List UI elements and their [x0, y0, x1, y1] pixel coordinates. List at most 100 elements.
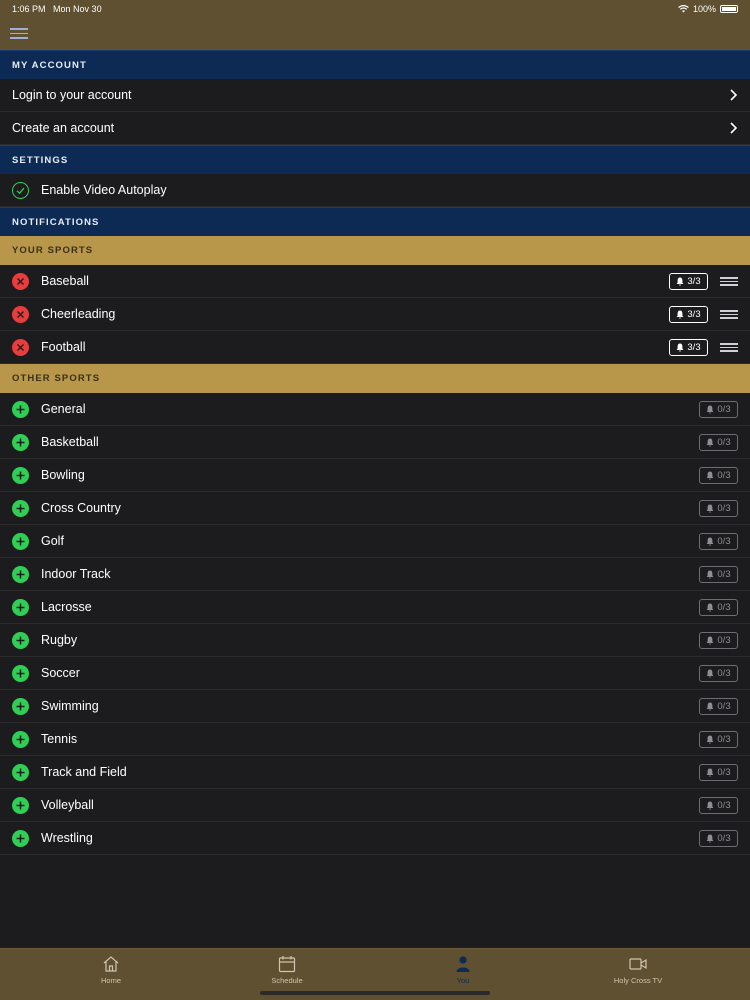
bell-icon [706, 603, 714, 612]
sport-row[interactable]: Wrestling 0/3 [0, 822, 750, 855]
alert-count: 0/3 [717, 733, 731, 745]
status-bar: 1:06 PM Mon Nov 30 100% [0, 0, 750, 50]
bell-icon [706, 405, 714, 414]
notification-badge[interactable]: 0/3 [699, 532, 738, 550]
notification-badge[interactable]: 0/3 [699, 664, 738, 682]
notification-badge[interactable]: 0/3 [699, 499, 738, 517]
bell-icon [706, 636, 714, 645]
bell-icon [706, 504, 714, 513]
drag-handle-icon[interactable] [720, 343, 738, 352]
checkmark-circle-icon[interactable] [12, 181, 29, 199]
home-icon [103, 956, 119, 972]
notification-badge[interactable]: 0/3 [699, 631, 738, 649]
section-settings: SETTINGS [0, 145, 750, 174]
sport-row[interactable]: General 0/3 [0, 393, 750, 426]
add-circle-icon[interactable] [12, 433, 29, 451]
notification-badge[interactable]: 0/3 [699, 796, 738, 814]
sport-name: Baseball [41, 274, 89, 288]
settings-list: MY ACCOUNT Login to your account Create … [0, 50, 750, 855]
bell-icon [706, 735, 714, 744]
add-circle-icon[interactable] [12, 730, 29, 748]
sport-name: Basketball [41, 435, 99, 449]
add-circle-icon[interactable] [12, 400, 29, 418]
sport-row[interactable]: Track and Field 0/3 [0, 756, 750, 789]
add-circle-icon[interactable] [12, 466, 29, 484]
notification-badge[interactable]: 3/3 [669, 338, 708, 356]
remove-circle-icon[interactable] [12, 338, 29, 356]
sport-name: Volleyball [41, 798, 94, 812]
notification-badge[interactable]: 0/3 [699, 829, 738, 847]
sport-name: Rugby [41, 633, 78, 647]
notification-badge[interactable]: 0/3 [699, 400, 738, 418]
remove-circle-icon[interactable] [12, 272, 29, 290]
sport-row[interactable]: Rugby 0/3 [0, 624, 750, 657]
sport-name: Tennis [41, 732, 78, 746]
section-my-account: MY ACCOUNT [0, 50, 750, 79]
sport-row[interactable]: Bowling 0/3 [0, 459, 750, 492]
notification-badge[interactable]: 0/3 [699, 598, 738, 616]
tab-home[interactable]: Home [51, 955, 171, 985]
bell-icon [676, 277, 684, 286]
add-circle-icon[interactable] [12, 664, 29, 682]
create-account-row[interactable]: Create an account [0, 112, 750, 145]
notification-badge[interactable]: 3/3 [669, 272, 708, 290]
sport-name: Golf [41, 534, 64, 548]
remove-circle-icon[interactable] [12, 305, 29, 323]
add-circle-icon[interactable] [12, 499, 29, 517]
tab-schedule[interactable]: Schedule [227, 955, 347, 985]
drag-handle-icon[interactable] [720, 277, 738, 286]
notification-badge[interactable]: 0/3 [699, 466, 738, 484]
tab-holy-cross-tv[interactable]: Holy Cross TV [578, 955, 698, 985]
autoplay-row[interactable]: Enable Video Autoplay [0, 174, 750, 207]
add-circle-icon[interactable] [12, 763, 29, 781]
sport-row[interactable]: Golf 0/3 [0, 525, 750, 558]
notification-badge[interactable]: 0/3 [699, 730, 738, 748]
tab-label: You [456, 976, 470, 985]
autoplay-label: Enable Video Autoplay [41, 183, 167, 197]
add-circle-icon[interactable] [12, 697, 29, 715]
add-circle-icon[interactable] [12, 796, 29, 814]
sport-name: Football [41, 340, 86, 354]
alert-count: 3/3 [687, 308, 701, 320]
hamburger-icon[interactable] [10, 28, 28, 40]
bell-icon [706, 570, 714, 579]
login-row[interactable]: Login to your account [0, 79, 750, 112]
notification-badge[interactable]: 3/3 [669, 305, 708, 323]
alert-count: 0/3 [717, 601, 731, 613]
bell-icon [676, 343, 684, 352]
add-circle-icon[interactable] [12, 532, 29, 550]
status-time: 1:06 PM [12, 4, 46, 14]
alert-count: 3/3 [687, 275, 701, 287]
sport-row[interactable]: Indoor Track 0/3 [0, 558, 750, 591]
notification-badge[interactable]: 0/3 [699, 565, 738, 583]
sport-row[interactable]: Lacrosse 0/3 [0, 591, 750, 624]
sport-row-football[interactable]: Football 3/3 [0, 331, 750, 364]
person-icon [456, 956, 470, 972]
tab-you[interactable]: You [403, 955, 523, 985]
add-circle-icon[interactable] [12, 631, 29, 649]
calendar-icon [278, 956, 296, 973]
sport-name: Soccer [41, 666, 80, 680]
bell-icon [706, 537, 714, 546]
alert-count: 0/3 [717, 568, 731, 580]
sport-row[interactable]: Tennis 0/3 [0, 723, 750, 756]
drag-handle-icon[interactable] [720, 310, 738, 319]
sport-row[interactable]: Soccer 0/3 [0, 657, 750, 690]
add-circle-icon[interactable] [12, 829, 29, 847]
sport-row-cheerleading[interactable]: Cheerleading 3/3 [0, 298, 750, 331]
notification-badge[interactable]: 0/3 [699, 763, 738, 781]
sport-row[interactable]: Cross Country 0/3 [0, 492, 750, 525]
add-circle-icon[interactable] [12, 598, 29, 616]
sport-row[interactable]: Volleyball 0/3 [0, 789, 750, 822]
bell-icon [676, 310, 684, 319]
add-circle-icon[interactable] [12, 565, 29, 583]
section-notifications: NOTIFICATIONS [0, 207, 750, 236]
sport-row-baseball[interactable]: Baseball 3/3 [0, 265, 750, 298]
sport-row[interactable]: Swimming 0/3 [0, 690, 750, 723]
status-date: Mon Nov 30 [53, 4, 102, 14]
status-time-date: 1:06 PM Mon Nov 30 [12, 4, 102, 14]
alert-count: 0/3 [717, 766, 731, 778]
notification-badge[interactable]: 0/3 [699, 697, 738, 715]
notification-badge[interactable]: 0/3 [699, 433, 738, 451]
sport-row[interactable]: Basketball 0/3 [0, 426, 750, 459]
